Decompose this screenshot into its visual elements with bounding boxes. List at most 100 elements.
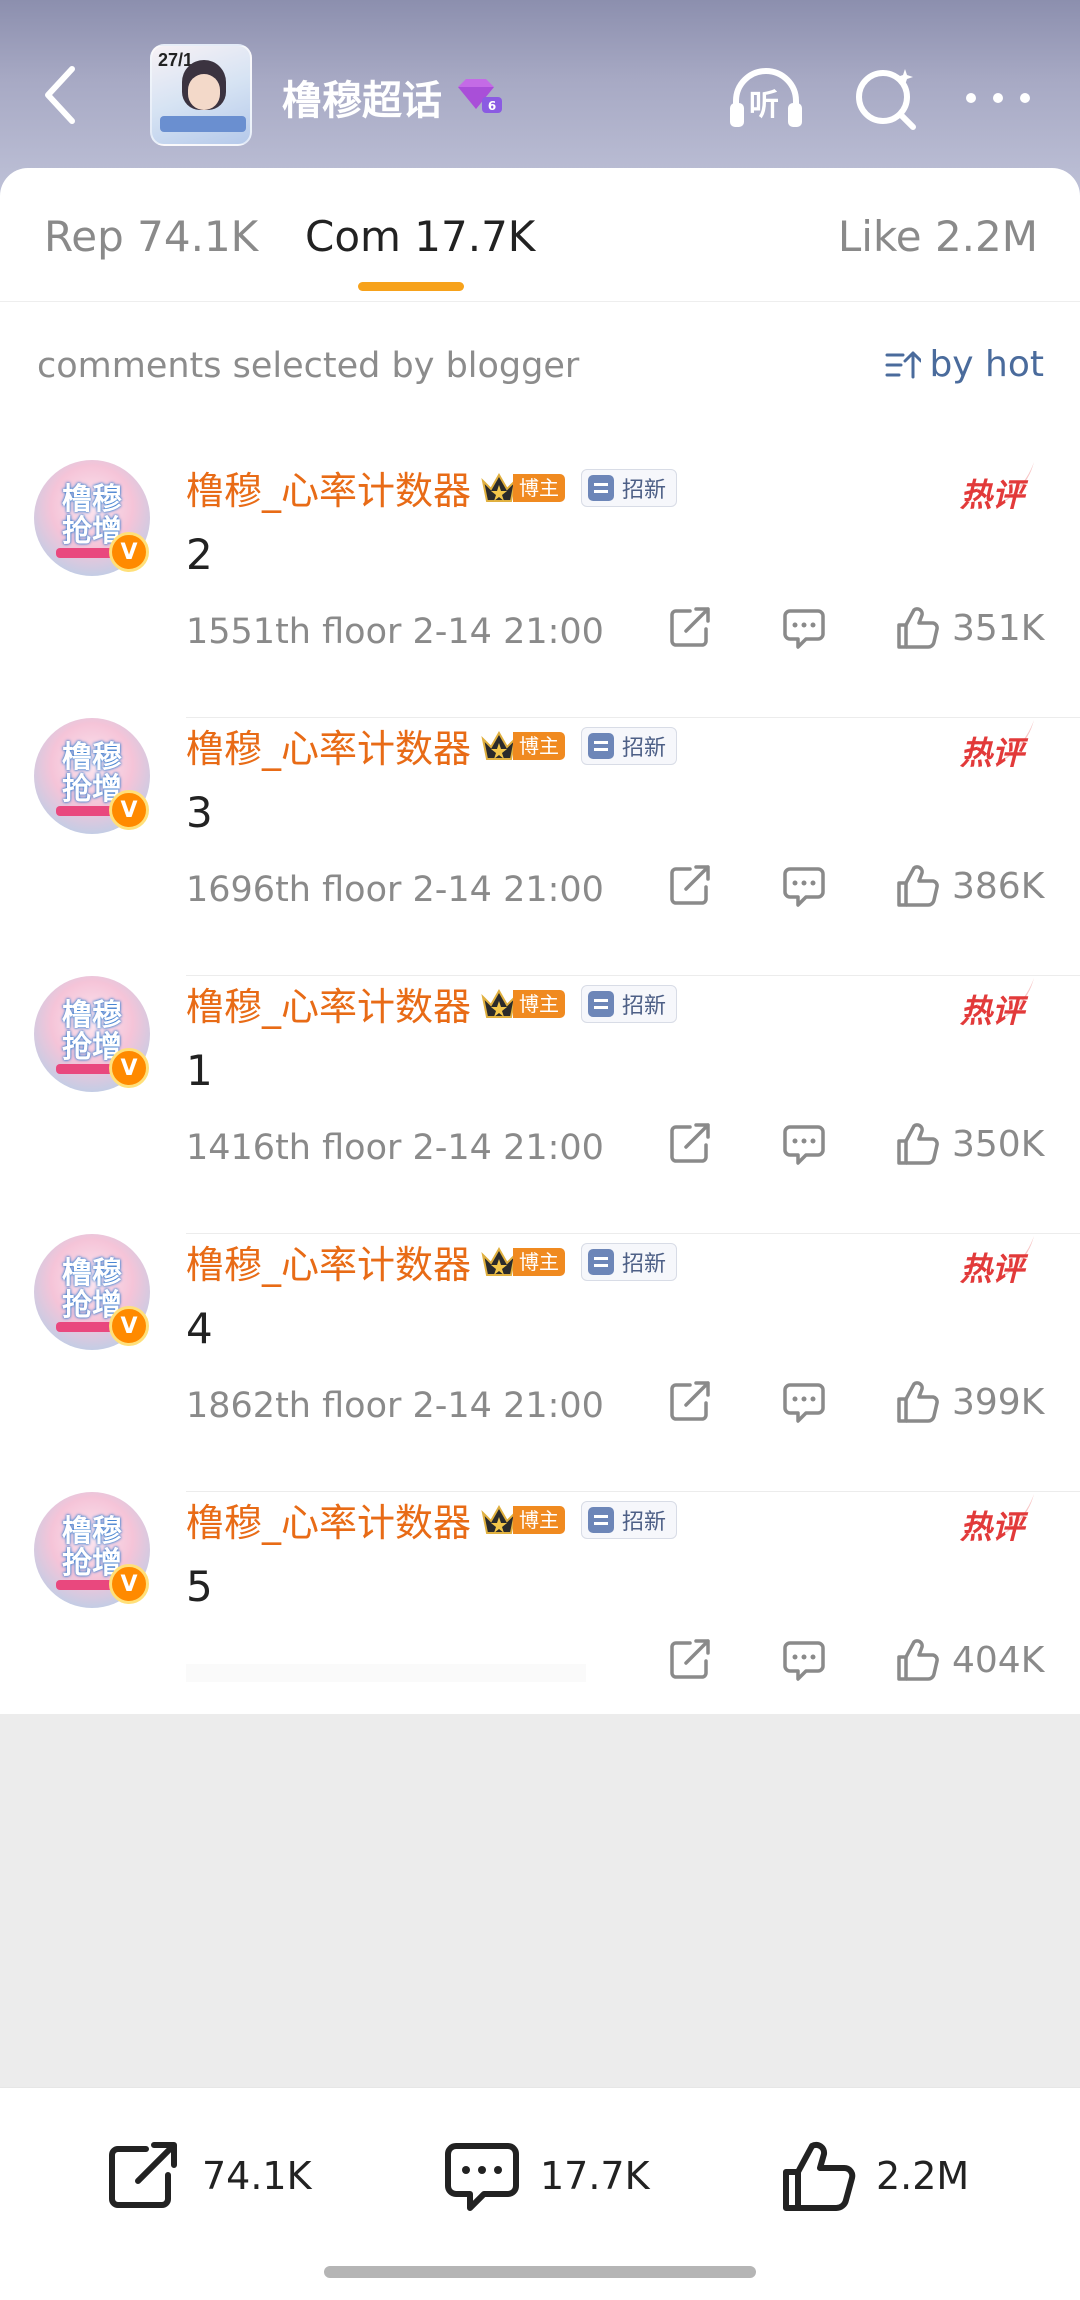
- crown-icon: [481, 1246, 517, 1276]
- topic-title-text: 橹穆超话: [282, 78, 442, 124]
- comment-text: 3: [186, 788, 213, 837]
- comment-item[interactable]: 橹穆抢增 V 橹穆_心率计数器 博主 招新: [0, 1234, 1080, 1492]
- hot-comment-badge: 热评: [960, 460, 1036, 514]
- like-count: 350K: [952, 1123, 1045, 1165]
- floor-number: 1416th floor: [186, 1128, 402, 1168]
- comment-time: 2-14 21:00: [412, 1386, 604, 1426]
- tab-comments[interactable]: Com 17.7K: [305, 212, 535, 261]
- comment-count: 17.7K: [540, 2154, 650, 2198]
- comment-item[interactable]: 橹穆抢增 V 橹穆_心率计数器 博主 招新: [0, 460, 1080, 718]
- username[interactable]: 橹穆_心率计数器: [186, 1492, 471, 1547]
- comment-icon: [783, 1125, 825, 1165]
- chevron-left-icon: [45, 66, 75, 124]
- hot-label: 热评: [960, 992, 1025, 1030]
- like-count: 404K: [952, 1639, 1045, 1681]
- like-button[interactable]: 399K: [896, 1372, 1044, 1432]
- blogger-tag: 博主: [513, 989, 566, 1018]
- username[interactable]: 橹穆_心率计数器: [186, 1234, 471, 1289]
- name-row: 橹穆_心率计数器 博主 招新: [186, 1234, 678, 1289]
- hot-label: 热评: [960, 1250, 1025, 1288]
- reply-button[interactable]: [782, 598, 826, 658]
- username[interactable]: 橹穆_心率计数器: [186, 718, 471, 773]
- share-button[interactable]: [668, 598, 712, 658]
- tab-bar: Rep 74.1K Com 17.7K Like 2.2M: [0, 168, 1080, 302]
- like-button[interactable]: 350K: [896, 1114, 1044, 1174]
- share-icon: [670, 1123, 710, 1163]
- crown-icon: [481, 988, 517, 1018]
- thumbs-up-icon: [897, 865, 939, 907]
- diamond-badge-icon: 6: [458, 79, 502, 113]
- comment-time: 2-14 21:00: [412, 1128, 604, 1168]
- reply-button[interactable]: [782, 1372, 826, 1432]
- comment-meta-placeholder: [186, 1664, 586, 1682]
- verified-badge-icon: V: [109, 1306, 149, 1346]
- comment-meta: 1696th floor 2-14 21:00: [186, 870, 604, 910]
- recruit-text: 招新: [622, 1251, 667, 1277]
- comment-item[interactable]: 橹穆抢增 V 橹穆_心率计数器 博主 招新: [0, 718, 1080, 976]
- blogger-badge: 博主: [481, 729, 566, 763]
- share-button[interactable]: [668, 856, 712, 916]
- verified-badge-icon: V: [109, 532, 149, 572]
- comment-icon: [783, 1641, 825, 1681]
- recruit-tag[interactable]: 招新: [581, 1500, 678, 1539]
- share-button[interactable]: [668, 1114, 712, 1174]
- tab-likes[interactable]: Like 2.2M: [838, 212, 1038, 261]
- reply-button[interactable]: [782, 1114, 826, 1174]
- bottom-share-button[interactable]: 74.1K: [106, 2138, 312, 2214]
- comments-card: Rep 74.1K Com 17.7K Like 2.2M comments s…: [0, 168, 1080, 1714]
- recruit-text: 招新: [622, 1509, 667, 1535]
- name-row: 橹穆_心率计数器 博主 招新: [186, 1492, 678, 1547]
- recruit-tag[interactable]: 招新: [581, 1242, 678, 1281]
- blogger-badge: 博主: [481, 1245, 566, 1279]
- reply-button[interactable]: [782, 856, 826, 916]
- verified-badge-icon: V: [109, 790, 149, 830]
- topic-title[interactable]: 橹穆超话 6: [282, 68, 504, 126]
- like-count: 386K: [952, 865, 1045, 907]
- recruit-tag[interactable]: 招新: [581, 984, 678, 1023]
- more-button[interactable]: [958, 58, 1038, 138]
- listen-label: 听: [749, 88, 779, 123]
- recruit-tag[interactable]: 招新: [581, 726, 678, 765]
- blogger-badge: 博主: [481, 987, 566, 1021]
- back-button[interactable]: [30, 55, 90, 135]
- comment-item[interactable]: 橹穆抢增 V 橹穆_心率计数器 博主 招新: [0, 976, 1080, 1234]
- search-button[interactable]: [846, 58, 926, 138]
- tab-repost[interactable]: Rep 74.1K: [44, 212, 258, 261]
- hot-comment-badge: 热评: [960, 1492, 1036, 1546]
- sort-label: by hot: [929, 344, 1044, 385]
- like-button[interactable]: 351K: [896, 598, 1044, 658]
- comment-text: 1: [186, 1046, 213, 1095]
- recruit-text: 招新: [622, 477, 667, 503]
- listen-button[interactable]: 听: [726, 58, 806, 138]
- comment-item[interactable]: 橹穆抢增 V 橹穆_心率计数器 博主 招新: [0, 1492, 1080, 1750]
- share-button[interactable]: [668, 1372, 712, 1432]
- thumbs-up-icon: [897, 607, 939, 649]
- recruit-text: 招新: [622, 993, 667, 1019]
- sort-button[interactable]: by hot: [885, 344, 1044, 385]
- search-icon: [856, 69, 916, 130]
- like-button[interactable]: 404K: [896, 1630, 1044, 1690]
- username[interactable]: 橹穆_心率计数器: [186, 460, 471, 515]
- active-tab-indicator: [358, 282, 464, 291]
- thumbs-up-icon: [897, 1123, 939, 1165]
- share-icon: [670, 1381, 710, 1421]
- like-button[interactable]: 386K: [896, 856, 1044, 916]
- hot-label: 热评: [960, 1508, 1025, 1546]
- hot-comment-badge: 热评: [960, 976, 1036, 1030]
- bottom-comment-button[interactable]: 17.7K: [444, 2138, 650, 2214]
- topic-thumbnail[interactable]: 27/1: [150, 44, 252, 146]
- comment-meta: 1551th floor 2-14 21:00: [186, 612, 604, 652]
- username[interactable]: 橹穆_心率计数器: [186, 976, 471, 1031]
- share-icon: [109, 2142, 177, 2208]
- reply-button[interactable]: [782, 1630, 826, 1690]
- filter-row: comments selected by blogger by hot: [0, 302, 1080, 412]
- hot-label: 热评: [960, 734, 1025, 772]
- like-count: 399K: [952, 1381, 1045, 1423]
- comment-icon: [783, 609, 825, 649]
- verified-badge-icon: V: [109, 1564, 149, 1604]
- blogger-tag: 博主: [513, 731, 566, 760]
- recruit-tag[interactable]: 招新: [581, 468, 678, 507]
- share-button[interactable]: [668, 1630, 712, 1690]
- bottom-like-button[interactable]: 2.2M: [780, 2138, 969, 2214]
- svg-text:6: 6: [488, 99, 496, 113]
